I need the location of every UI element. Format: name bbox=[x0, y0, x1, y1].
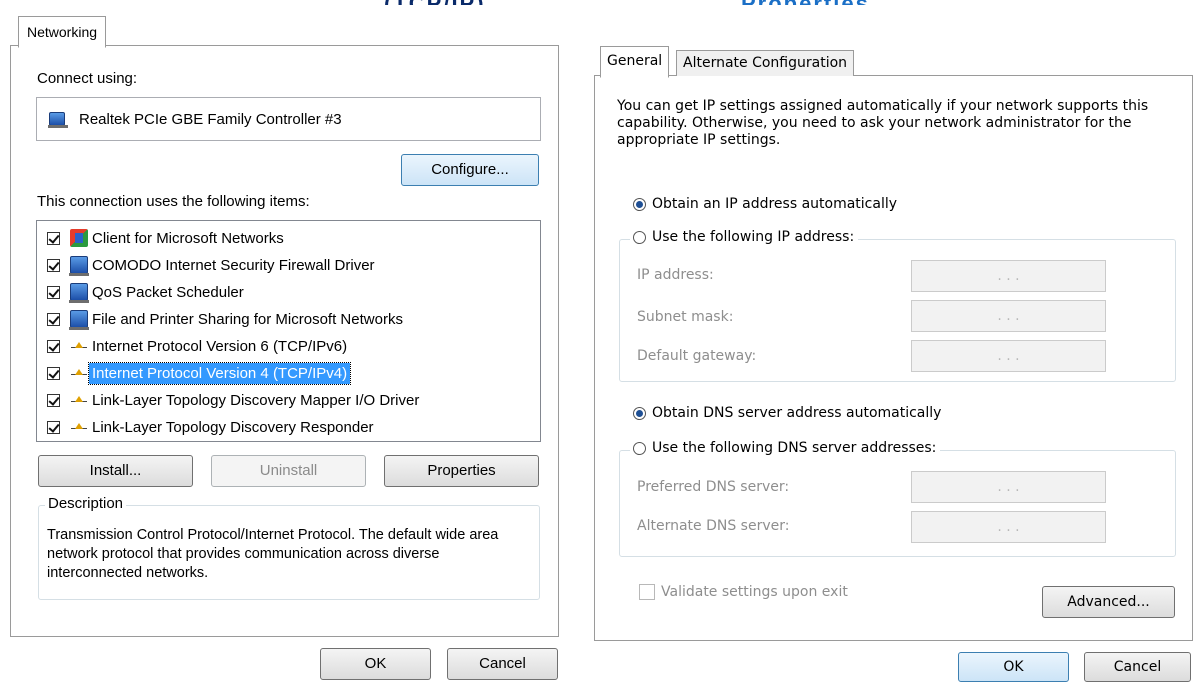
list-item-label: Link-Layer Topology Discovery Responder bbox=[92, 418, 374, 436]
checkbox[interactable] bbox=[47, 312, 60, 326]
radio-unselected-icon bbox=[633, 230, 646, 244]
tab-alternate-configuration[interactable]: Alternate Configuration bbox=[676, 50, 855, 76]
ip-placeholder: . . . bbox=[997, 268, 1020, 284]
description-group: Description Transmission Control Protoco… bbox=[38, 495, 540, 600]
cropped-heading-fragment: (TCP/IP) bbox=[384, 0, 486, 5]
client-icon bbox=[70, 229, 88, 247]
list-item-label: Link-Layer Topology Discovery Mapper I/O… bbox=[92, 391, 420, 409]
checkbox[interactable] bbox=[47, 231, 60, 245]
checkbox[interactable] bbox=[47, 339, 60, 353]
list-item-label: QoS Packet Scheduler bbox=[92, 283, 244, 301]
checkbox[interactable] bbox=[47, 420, 60, 434]
list-item-selected[interactable]: Internet Protocol Version 4 (TCP/IPv4) bbox=[47, 361, 352, 385]
ip-placeholder: . . . bbox=[997, 479, 1020, 495]
protocol-icon bbox=[70, 418, 88, 436]
ip-placeholder: . . . bbox=[997, 519, 1020, 535]
install-button[interactable]: Install... bbox=[38, 455, 193, 487]
list-item[interactable]: COMODO Internet Security Firewall Driver bbox=[47, 253, 375, 277]
radio-label: Obtain DNS server address automatically bbox=[652, 405, 942, 421]
ip-address-field[interactable]: . . . bbox=[911, 260, 1106, 292]
network-service-icon bbox=[69, 283, 89, 303]
cancel-button[interactable]: Cancel bbox=[447, 648, 558, 680]
default-gateway-label: Default gateway: bbox=[637, 348, 757, 364]
radio-use-following-ip[interactable]: Use the following IP address: bbox=[630, 229, 859, 245]
protocol-icon bbox=[70, 337, 88, 355]
checkbox[interactable] bbox=[47, 258, 60, 272]
items-label: This connection uses the following items… bbox=[37, 193, 310, 210]
network-service-icon bbox=[69, 310, 89, 330]
ip-placeholder: . . . bbox=[997, 348, 1020, 364]
alternate-dns-field[interactable]: . . . bbox=[911, 511, 1106, 543]
checkbox[interactable] bbox=[47, 366, 60, 380]
radio-unselected-icon bbox=[633, 441, 646, 455]
alternate-dns-label: Alternate DNS server: bbox=[637, 518, 790, 534]
description-text: Transmission Control Protocol/Internet P… bbox=[47, 527, 499, 581]
radio-label: Obtain an IP address automatically bbox=[652, 196, 898, 212]
validate-settings-checkbox[interactable]: Validate settings upon exit bbox=[639, 584, 848, 600]
checkbox-label: Validate settings upon exit bbox=[661, 584, 848, 600]
configure-button[interactable]: Configure... bbox=[401, 154, 539, 186]
uninstall-button[interactable]: Uninstall bbox=[211, 455, 366, 487]
list-item[interactable]: File and Printer Sharing for Microsoft N… bbox=[47, 307, 403, 331]
checkbox[interactable] bbox=[47, 285, 60, 299]
list-item[interactable]: Link-Layer Topology Discovery Responder bbox=[47, 415, 374, 439]
checkbox[interactable] bbox=[47, 393, 60, 407]
adapter-field: Realtek PCIe GBE Family Controller #3 bbox=[36, 97, 541, 141]
network-service-icon bbox=[69, 256, 89, 276]
list-item-label: Client for Microsoft Networks bbox=[92, 229, 284, 247]
list-item-label: Internet Protocol Version 6 (TCP/IPv6) bbox=[92, 337, 348, 355]
list-item[interactable]: Client for Microsoft Networks bbox=[47, 226, 284, 250]
ok-button[interactable]: OK bbox=[958, 652, 1069, 682]
subnet-mask-label: Subnet mask: bbox=[637, 309, 734, 325]
components-list[interactable]: Client for Microsoft Networks COMODO Int… bbox=[36, 220, 541, 442]
description-legend: Description bbox=[45, 495, 127, 512]
preferred-dns-label: Preferred DNS server: bbox=[637, 479, 790, 495]
adapter-name: Realtek PCIe GBE Family Controller #3 bbox=[79, 110, 342, 128]
protocol-icon bbox=[70, 391, 88, 409]
list-item[interactable]: Link-Layer Topology Discovery Mapper I/O… bbox=[47, 388, 419, 412]
preferred-dns-field[interactable]: . . . bbox=[911, 471, 1106, 503]
radio-use-following-dns[interactable]: Use the following DNS server addresses: bbox=[630, 440, 941, 456]
connect-using-label: Connect using: bbox=[37, 70, 138, 87]
list-item-label: File and Printer Sharing for Microsoft N… bbox=[92, 310, 403, 328]
list-item[interactable]: QoS Packet Scheduler bbox=[47, 280, 244, 304]
checkbox-unchecked-icon bbox=[639, 584, 655, 600]
radio-label: Use the following IP address: bbox=[652, 229, 855, 245]
radio-selected-icon bbox=[633, 406, 646, 420]
list-item[interactable]: Internet Protocol Version 6 (TCP/IPv6) bbox=[47, 334, 347, 358]
tab-networking[interactable]: Networking bbox=[18, 16, 107, 48]
tab-general[interactable]: General bbox=[600, 46, 670, 78]
subnet-mask-field[interactable]: . . . bbox=[911, 300, 1106, 332]
protocol-icon bbox=[70, 364, 88, 382]
default-gateway-field[interactable]: . . . bbox=[911, 340, 1106, 372]
intro-text: You can get IP settings assigned automat… bbox=[617, 98, 1149, 148]
ip-address-label: IP address: bbox=[637, 267, 714, 283]
cropped-heading-fragment-2: Properties bbox=[741, 0, 870, 5]
radio-obtain-ip-auto[interactable]: Obtain an IP address automatically bbox=[633, 196, 897, 212]
advanced-button[interactable]: Advanced... bbox=[1042, 586, 1175, 618]
network-adapter-icon bbox=[48, 112, 68, 128]
radio-label: Use the following DNS server addresses: bbox=[652, 440, 937, 456]
list-item-label: Internet Protocol Version 4 (TCP/IPv4) bbox=[87, 361, 352, 385]
list-item-label: COMODO Internet Security Firewall Driver bbox=[92, 256, 375, 274]
ip-placeholder: . . . bbox=[997, 308, 1020, 324]
radio-selected-icon bbox=[633, 197, 646, 211]
radio-obtain-dns-auto[interactable]: Obtain DNS server address automatically bbox=[633, 405, 941, 421]
cancel-button[interactable]: Cancel bbox=[1084, 652, 1191, 682]
properties-button[interactable]: Properties bbox=[384, 455, 539, 487]
ok-button[interactable]: OK bbox=[320, 648, 431, 680]
